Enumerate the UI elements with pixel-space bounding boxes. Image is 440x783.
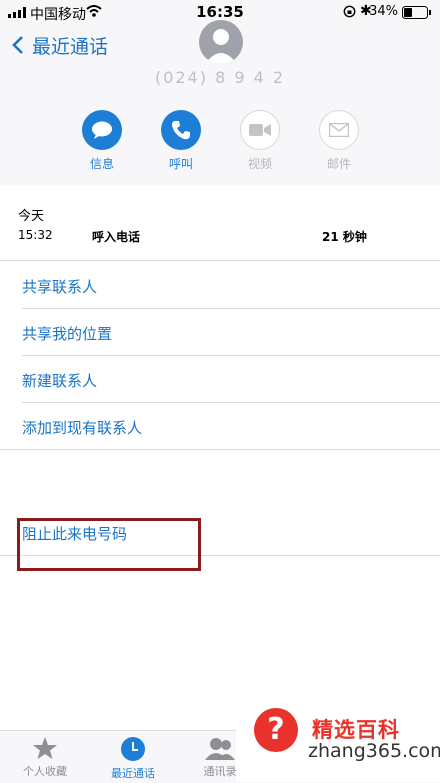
call-label: 呼叫: [168, 157, 193, 171]
message-label: 信息: [89, 157, 114, 171]
video-icon: [240, 110, 280, 150]
phone-icon: [161, 110, 201, 150]
back-button[interactable]: 最近通话: [12, 32, 108, 59]
highlight-box: [17, 518, 201, 571]
call-date: 今天: [18, 209, 45, 224]
clock-icon: [121, 737, 145, 761]
contacts-icon: [205, 738, 235, 760]
add-to-existing-contact-item[interactable]: 添加到现有联系人: [22, 417, 142, 438]
mail-icon: [319, 110, 359, 150]
tab-recents[interactable]: 最近通话: [98, 736, 168, 781]
watermark-url: zhang365.com: [308, 740, 440, 762]
message-icon: [82, 110, 122, 150]
mail-button[interactable]: 邮件: [309, 110, 369, 172]
new-contact-item[interactable]: 新建联系人: [22, 370, 97, 391]
share-location-item[interactable]: 共享我的位置: [22, 323, 112, 344]
tab-recents-label: 最近通话: [111, 767, 155, 780]
back-label: 最近通话: [32, 36, 109, 58]
tab-favorites[interactable]: 个人收藏: [10, 736, 80, 779]
person-icon: [205, 29, 237, 64]
tab-favorites-label: 个人收藏: [23, 765, 67, 778]
battery-percent: 34%: [369, 4, 398, 19]
call-type: 呼入电话: [92, 230, 141, 244]
video-label: 视频: [247, 157, 272, 171]
question-icon: ?: [254, 708, 298, 752]
divider: [0, 449, 440, 450]
call-button[interactable]: 呼叫: [151, 110, 211, 172]
message-button[interactable]: 信息: [72, 110, 132, 172]
mail-label: 邮件: [326, 157, 351, 171]
divider: [22, 355, 440, 356]
divider: [22, 308, 440, 309]
call-duration: 21 秒钟: [322, 230, 367, 244]
battery-icon: [402, 6, 431, 19]
orientation-lock-icon: [343, 5, 356, 18]
watermark: ? 精选百科 zhang365.com: [236, 700, 440, 782]
phone-number: (024) 8 9 4 2: [154, 68, 286, 87]
divider: [0, 260, 440, 261]
star-icon: [33, 737, 57, 759]
chevron-left-icon: [12, 36, 23, 54]
call-time: 15:32: [18, 228, 53, 242]
video-button[interactable]: 视频: [230, 110, 290, 172]
share-contact-item[interactable]: 共享联系人: [22, 276, 97, 297]
avatar: [199, 20, 243, 64]
divider: [22, 402, 440, 403]
